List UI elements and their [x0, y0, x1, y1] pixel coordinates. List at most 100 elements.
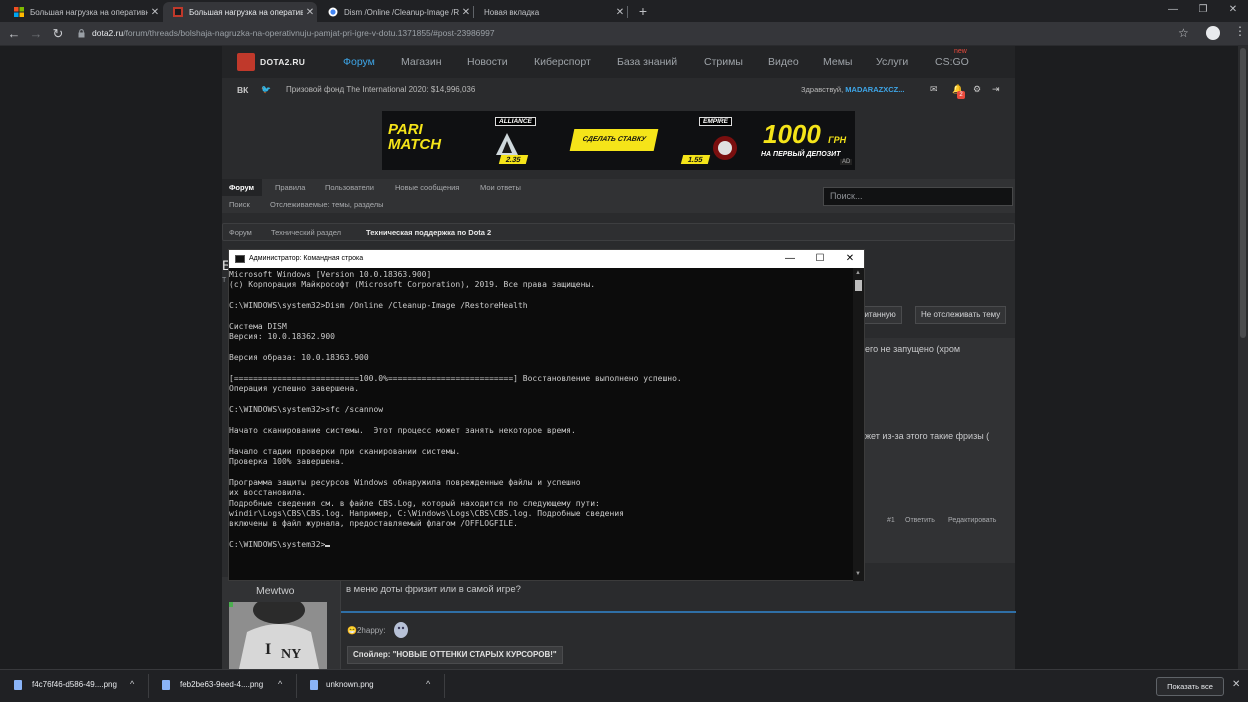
avatar-image: I NY — [229, 602, 327, 669]
prize-pool-text: Призовой фонд The International 2020: $1… — [286, 85, 476, 94]
fnav-search[interactable]: Поиск — [229, 200, 250, 209]
post-1-edit-link[interactable]: Редактировать — [948, 517, 996, 524]
scroll-up-icon[interactable]: ▲ — [855, 270, 861, 276]
bookmark-star-icon[interactable]: ☆ — [1178, 26, 1189, 40]
greeting: Здравствуй, MADARAZXCZ... — [801, 85, 904, 94]
crumb-support[interactable]: Техническая поддержка по Dota 2 — [366, 228, 491, 237]
post-1-number[interactable]: #1 — [887, 517, 895, 524]
cmd-window[interactable]: Администратор: Командная строка — ☐ ✕ Mi… — [228, 249, 865, 581]
nav-video[interactable]: Видео — [768, 56, 799, 68]
close-icon[interactable]: ✕ — [148, 7, 162, 18]
logout-icon[interactable]: ⇥ — [992, 84, 1000, 95]
fnav-new-messages[interactable]: Новые сообщения — [395, 183, 459, 192]
spoiler-button[interactable]: Спойлер: "НОВЫЕ ОТТЕНКИ СТАРЫХ КУРСОРОВ!… — [347, 646, 563, 664]
page-scrollbar[interactable] — [1238, 46, 1248, 669]
console-line: Операция успешно завершена. — [229, 384, 360, 394]
chevron-up-icon[interactable]: ^ — [130, 679, 134, 689]
crumb-tech[interactable]: Технический раздел — [271, 228, 341, 237]
new-tab-button[interactable]: + — [635, 2, 651, 20]
nav-memes[interactable]: Мемы — [823, 56, 852, 68]
minimize-icon[interactable]: — — [1158, 0, 1188, 22]
cmd-maximize-icon[interactable]: ☐ — [809, 252, 831, 266]
download-separator — [444, 674, 445, 698]
avatar[interactable]: I NY — [229, 602, 327, 669]
nav-knowledge[interactable]: База знаний — [617, 56, 677, 68]
mail-icon[interactable]: ✉ — [930, 84, 938, 95]
post-1-reply-link[interactable]: Ответить — [905, 517, 935, 524]
bet-cta-button[interactable]: СДЕЛАТЬ СТАВКУ — [569, 129, 659, 151]
reload-icon[interactable]: ↻ — [50, 25, 66, 43]
cmd-console-output[interactable]: Microsoft Windows [Version 10.0.18363.90… — [229, 268, 853, 581]
dota2-logo-icon[interactable] — [237, 53, 255, 71]
close-icon[interactable]: ✕ — [613, 7, 627, 18]
nav-esports[interactable]: Киберспорт — [534, 56, 591, 68]
cmd-scroll-thumb[interactable] — [855, 280, 862, 291]
dota2-favicon-icon — [173, 7, 183, 17]
show-all-downloads-button[interactable]: Показать все — [1156, 677, 1224, 696]
forum-search-input[interactable]: Поиск... — [823, 187, 1013, 206]
address-bar[interactable]: dota2.ru/forum/threads/bolshaja-nagruzka… — [70, 25, 1200, 43]
tab-2[interactable]: Большая нагрузка на оперативн... ✕ — [163, 2, 317, 22]
greeting-text: Здравствуй, — [801, 85, 844, 94]
console-prompt[interactable]: C:\WINDOWS\system32> — [229, 540, 853, 550]
svg-text:NY: NY — [281, 647, 301, 662]
url-host: dota2.ru — [92, 28, 124, 38]
profile-avatar-icon[interactable] — [1206, 26, 1220, 40]
back-arrow-icon[interactable]: ← — [6, 25, 22, 43]
cmd-minimize-icon[interactable]: — — [779, 252, 801, 266]
download-item-1[interactable]: f4c76f46-d586-49....png — [32, 680, 117, 698]
brand-line-1: PARI — [388, 121, 423, 138]
browser-toolbar: ← → ↻ dota2.ru/forum/threads/bolshaja-na… — [0, 22, 1248, 46]
fnav-my-replies[interactable]: Мои ответы — [480, 183, 521, 192]
page-scroll-thumb[interactable] — [1240, 48, 1246, 338]
ad-banner[interactable]: PARI MATCH ALLIANCE 2.35 СДЕЛАТЬ СТАВКУ E… — [382, 111, 855, 170]
nav-csgo[interactable]: CS:GO — [935, 56, 969, 68]
browser-menu-icon[interactable]: ⋮ — [1234, 24, 1246, 38]
post-2-text: в меню доты фризит или в самой игре? — [346, 584, 521, 595]
cmd-titlebar[interactable]: Администратор: Командная строка — ☐ ✕ — [229, 250, 864, 268]
fnav-users[interactable]: Пользователи — [325, 183, 374, 192]
bonus-subtitle: НА ПЕРВЫЙ ДЕПОЗИТ — [761, 151, 841, 158]
cmd-scrollbar[interactable]: ▲ ▼ — [853, 268, 864, 581]
chevron-up-icon[interactable]: ^ — [278, 679, 282, 689]
console-line: Проверка 100% завершена. — [229, 457, 345, 467]
vk-icon[interactable]: ВК — [237, 85, 248, 95]
nav-forum[interactable]: Форум — [343, 56, 375, 68]
gear-icon[interactable]: ⚙ — [973, 84, 981, 95]
tab-4[interactable]: Новая вкладка ✕ — [474, 2, 627, 22]
nav-news[interactable]: Новости — [467, 56, 508, 68]
close-icon[interactable]: ✕ — [1232, 679, 1240, 690]
fnav-rules[interactable]: Правила — [275, 183, 305, 192]
tab-4-title: Новая вкладка — [484, 7, 540, 17]
cmd-close-icon[interactable]: ✕ — [839, 252, 861, 266]
team1-tag: ALLIANCE — [495, 117, 536, 126]
tab-1[interactable]: Большая нагрузка на оперативн... ✕ — [4, 2, 162, 22]
nav-services[interactable]: Услуги — [876, 56, 908, 68]
forward-arrow-icon[interactable]: → — [28, 25, 44, 43]
cmd-app-icon — [235, 255, 245, 263]
post-2-author[interactable]: Mewtwo — [256, 585, 295, 597]
console-line: Cистема DISM — [229, 321, 287, 331]
site-logo-text[interactable]: DOTA2.RU — [260, 57, 305, 67]
download-item-2[interactable]: feb2be63-9eed-4....png — [180, 680, 263, 698]
info-bar: ВК 🐦 Призовой фонд The International 202… — [222, 78, 1015, 102]
crumb-forum[interactable]: Форум — [229, 228, 252, 237]
download-item-3[interactable]: unknown.png — [326, 680, 374, 698]
tab-3[interactable]: Dism /Online /Cleanup-Image /R... ✕ — [318, 2, 473, 22]
chevron-up-icon[interactable]: ^ — [426, 679, 430, 689]
scroll-down-icon[interactable]: ▼ — [855, 571, 861, 577]
nav-streams[interactable]: Стримы — [704, 56, 743, 68]
twitter-icon[interactable]: 🐦 — [261, 85, 271, 94]
nav-shop[interactable]: Магазин — [401, 56, 442, 68]
window-close-icon[interactable]: ✕ — [1218, 0, 1248, 22]
untrack-thread-button[interactable]: Не отслеживать тему — [915, 306, 1007, 324]
fnav-forum[interactable]: Форум — [229, 183, 254, 192]
close-icon[interactable]: ✕ — [303, 7, 317, 18]
signature-text: 2happy: — [356, 626, 386, 635]
username-link[interactable]: MADARAZXCZ... — [845, 85, 904, 94]
fnav-watched[interactable]: Отслеживаемые: темы, разделы — [270, 200, 384, 209]
restore-icon[interactable]: ❐ — [1188, 0, 1218, 22]
close-icon[interactable]: ✕ — [459, 7, 473, 18]
